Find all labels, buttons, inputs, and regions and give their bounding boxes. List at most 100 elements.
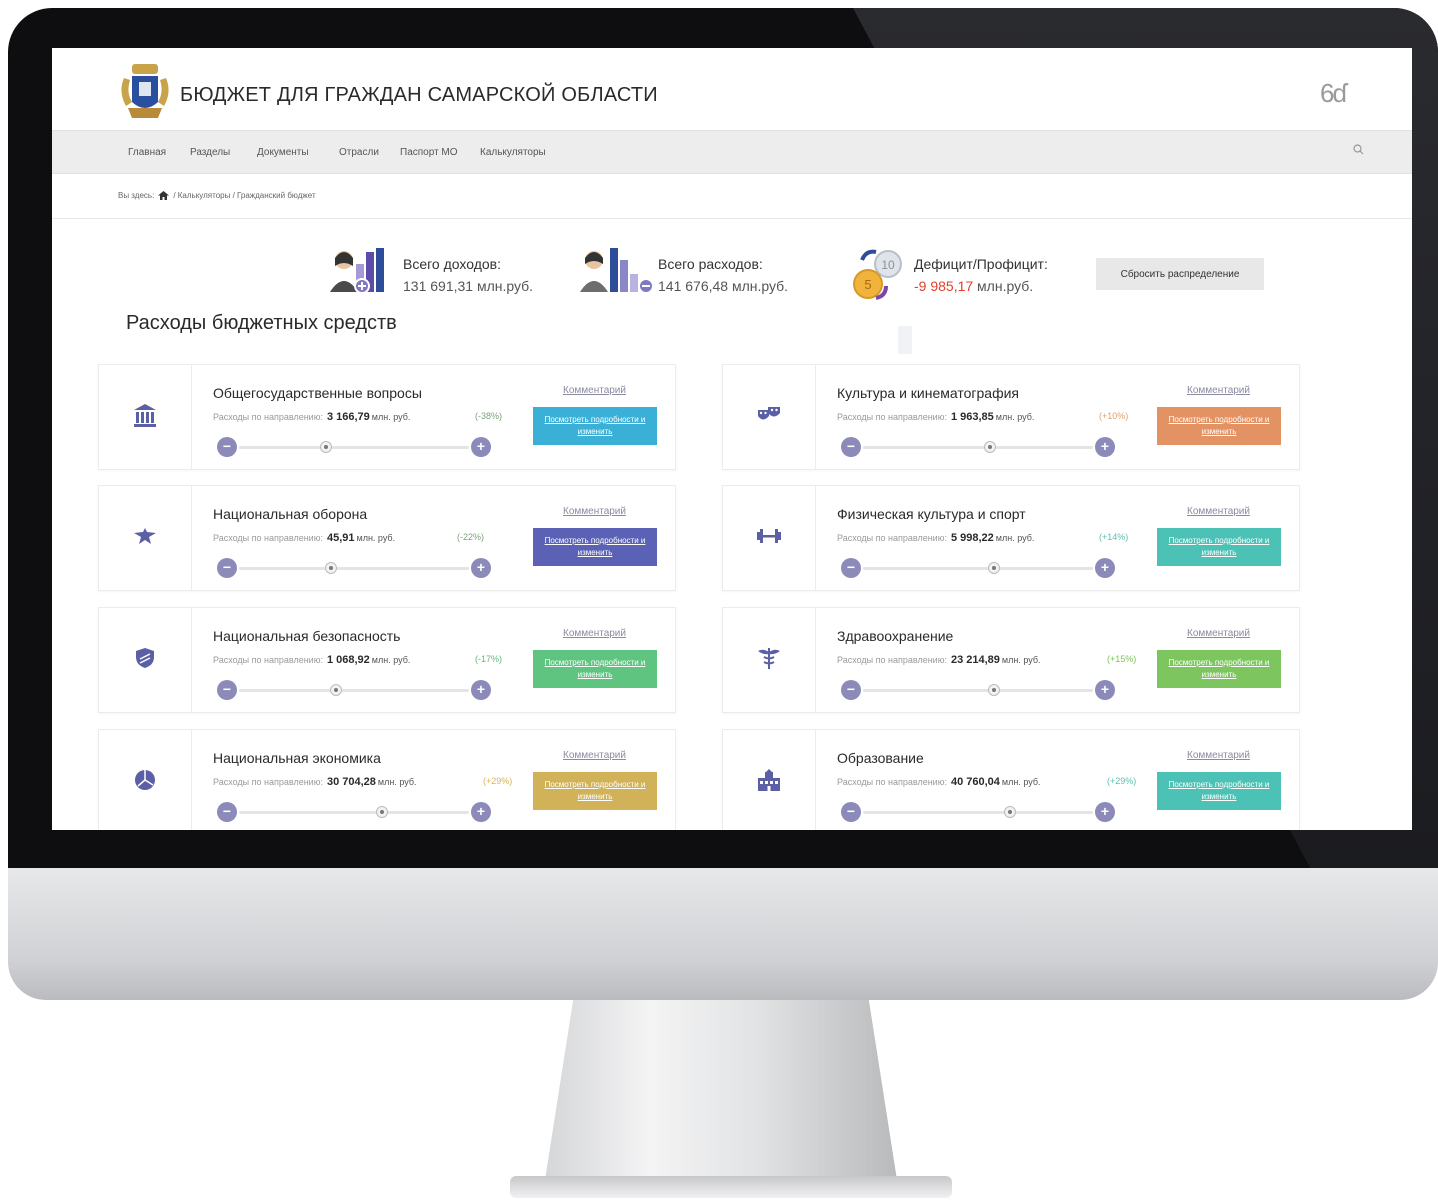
site-title[interactable]: БЮДЖЕТ ДЛЯ ГРАЖДАН САМАРСКОЙ ОБЛАСТИ — [180, 84, 658, 107]
card-amount-row: Расходы по направлению: 3 166,79 млн. руб. — [213, 411, 410, 423]
comment-link[interactable]: Комментарий — [1187, 628, 1250, 639]
slider-track[interactable] — [863, 811, 1093, 814]
card-amount-row: Расходы по направлению: 40 760,04 млн. руб… — [837, 776, 1040, 788]
details-button[interactable]: Посмотреть подробности и изменить — [1157, 772, 1281, 810]
details-button[interactable]: Посмотреть подробности и изменить — [1157, 528, 1281, 566]
card-title: Национальная оборона — [213, 506, 368, 522]
decrease-button[interactable]: − — [841, 802, 861, 822]
slider-handle[interactable] — [325, 562, 337, 574]
card-title: Общегосударственные вопросы — [213, 385, 422, 401]
income-label: Всего доходов: — [403, 256, 501, 272]
card-amount: 30 704,28 — [326, 776, 376, 788]
theater-masks-icon — [758, 407, 780, 420]
shield-icon — [136, 648, 154, 668]
details-button[interactable]: Посмотреть подробности и изменить — [533, 650, 657, 688]
nav-item-documents[interactable]: Документы — [257, 147, 309, 158]
nav-item-calculators[interactable]: Калькуляторы — [480, 147, 546, 158]
slider-track[interactable] — [239, 689, 469, 692]
expense-card-sport: Физическая культура и спорт Расходы по н… — [722, 485, 1300, 591]
slider-handle[interactable] — [983, 441, 996, 453]
decrease-button[interactable]: − — [217, 558, 237, 578]
comment-link[interactable]: Комментарий — [1187, 750, 1250, 761]
details-button[interactable]: Посмотреть подробности и изменить — [533, 772, 657, 810]
increase-button[interactable]: + — [471, 680, 491, 700]
deficit-value: -9 985,17 — [914, 278, 974, 294]
expense-card-security: Национальная безопасность Расходы по нап… — [98, 607, 676, 713]
increase-button[interactable]: + — [1095, 558, 1115, 578]
nav-item-industries[interactable]: Отрасли — [339, 147, 379, 158]
comment-link[interactable]: Комментарий — [563, 750, 626, 761]
comment-link[interactable]: Комментарий — [563, 628, 626, 639]
card-title: Национальная экономика — [213, 750, 381, 766]
decrease-button[interactable]: − — [841, 680, 861, 700]
increase-button[interactable]: + — [471, 558, 491, 578]
glasses-icon[interactable]: 6ɗ — [1320, 78, 1347, 109]
details-button[interactable]: Посмотреть подробности и изменить — [533, 407, 657, 445]
home-icon[interactable] — [158, 191, 170, 200]
card-unit: млн. руб. — [1001, 655, 1041, 665]
deficit-label: Дефицит/Профицит: — [914, 256, 1048, 272]
expense-label: Всего расходов: — [658, 256, 763, 272]
breadcrumb-trail[interactable]: / Калькуляторы / Гражданский бюджет — [173, 191, 315, 200]
increase-button[interactable]: + — [471, 802, 491, 822]
card-icon-column — [723, 486, 816, 590]
card-amount: 3 166,79 — [326, 411, 370, 423]
decrease-button[interactable]: − — [217, 437, 237, 457]
nav-item-home[interactable]: Главная — [128, 147, 166, 158]
card-amount: 5 998,22 — [950, 532, 994, 544]
decrease-button[interactable]: − — [841, 558, 861, 578]
comment-link[interactable]: Комментарий — [1187, 385, 1250, 396]
details-button[interactable]: Посмотреть подробности и изменить — [1157, 650, 1281, 688]
card-amount-label: Расходы по направлению: — [837, 412, 947, 422]
slider-handle[interactable] — [1004, 806, 1017, 818]
slider-handle[interactable] — [320, 441, 333, 453]
slider-track[interactable] — [863, 567, 1093, 570]
card-icon-column — [723, 365, 816, 469]
emblem-icon[interactable] — [118, 62, 172, 122]
comment-link[interactable]: Комментарий — [563, 506, 626, 517]
slider-track[interactable] — [239, 811, 469, 814]
card-icon-column — [99, 486, 192, 590]
decrease-button[interactable]: − — [217, 802, 237, 822]
comment-link[interactable]: Комментарий — [1187, 506, 1250, 517]
breadcrumb-prefix: Вы здесь: — [118, 191, 155, 200]
card-percent: (-22%) — [457, 532, 485, 542]
comment-link[interactable]: Комментарий — [563, 385, 626, 396]
slider-track[interactable] — [239, 446, 469, 449]
card-percent: (-38%) — [475, 411, 503, 421]
increase-button[interactable]: + — [1095, 680, 1115, 700]
card-icon-column — [99, 365, 192, 469]
dumbbell-icon — [757, 529, 781, 543]
slider-handle[interactable] — [329, 684, 342, 696]
details-button[interactable]: Посмотреть подробности и изменить — [1157, 407, 1281, 445]
increase-button[interactable]: + — [1095, 802, 1115, 822]
card-amount-row: Расходы по направлению: 1 068,92 млн. руб. — [213, 654, 410, 666]
slider-handle[interactable] — [988, 684, 1001, 696]
card-amount-label: Расходы по направлению: — [213, 777, 323, 787]
divider — [52, 218, 1412, 219]
details-button[interactable]: Посмотреть подробности и изменить — [533, 528, 657, 566]
card-icon-column — [723, 730, 816, 830]
svg-text:5: 5 — [864, 277, 871, 292]
svg-text:10: 10 — [881, 258, 895, 272]
slider-track[interactable] — [863, 446, 1093, 449]
slider-track[interactable] — [239, 567, 469, 570]
building-icon — [134, 404, 156, 427]
card-unit: млн. руб. — [371, 412, 411, 422]
card-percent: (+10%) — [1099, 411, 1129, 421]
slider-handle[interactable] — [375, 806, 388, 818]
search-icon[interactable] — [1352, 143, 1366, 157]
decrease-button[interactable]: − — [217, 680, 237, 700]
card-amount-row: Расходы по направлению: 45,91 млн. руб. — [213, 532, 395, 544]
slider-handle[interactable] — [988, 562, 1001, 574]
increase-button[interactable]: + — [1095, 437, 1115, 457]
card-unit: млн. руб. — [377, 777, 417, 787]
slider-track[interactable] — [863, 689, 1093, 692]
card-amount-row: Расходы по направлению: 23 214,89 млн. руб… — [837, 654, 1040, 666]
increase-button[interactable]: + — [471, 437, 491, 457]
card-icon-column — [99, 730, 192, 830]
decrease-button[interactable]: − — [841, 437, 861, 457]
nav-item-passport-mo[interactable]: Паспорт МО — [400, 147, 458, 158]
nav-item-sections[interactable]: Разделы — [190, 147, 230, 158]
reset-distribution-button[interactable]: Сбросить распределение — [1096, 258, 1264, 290]
